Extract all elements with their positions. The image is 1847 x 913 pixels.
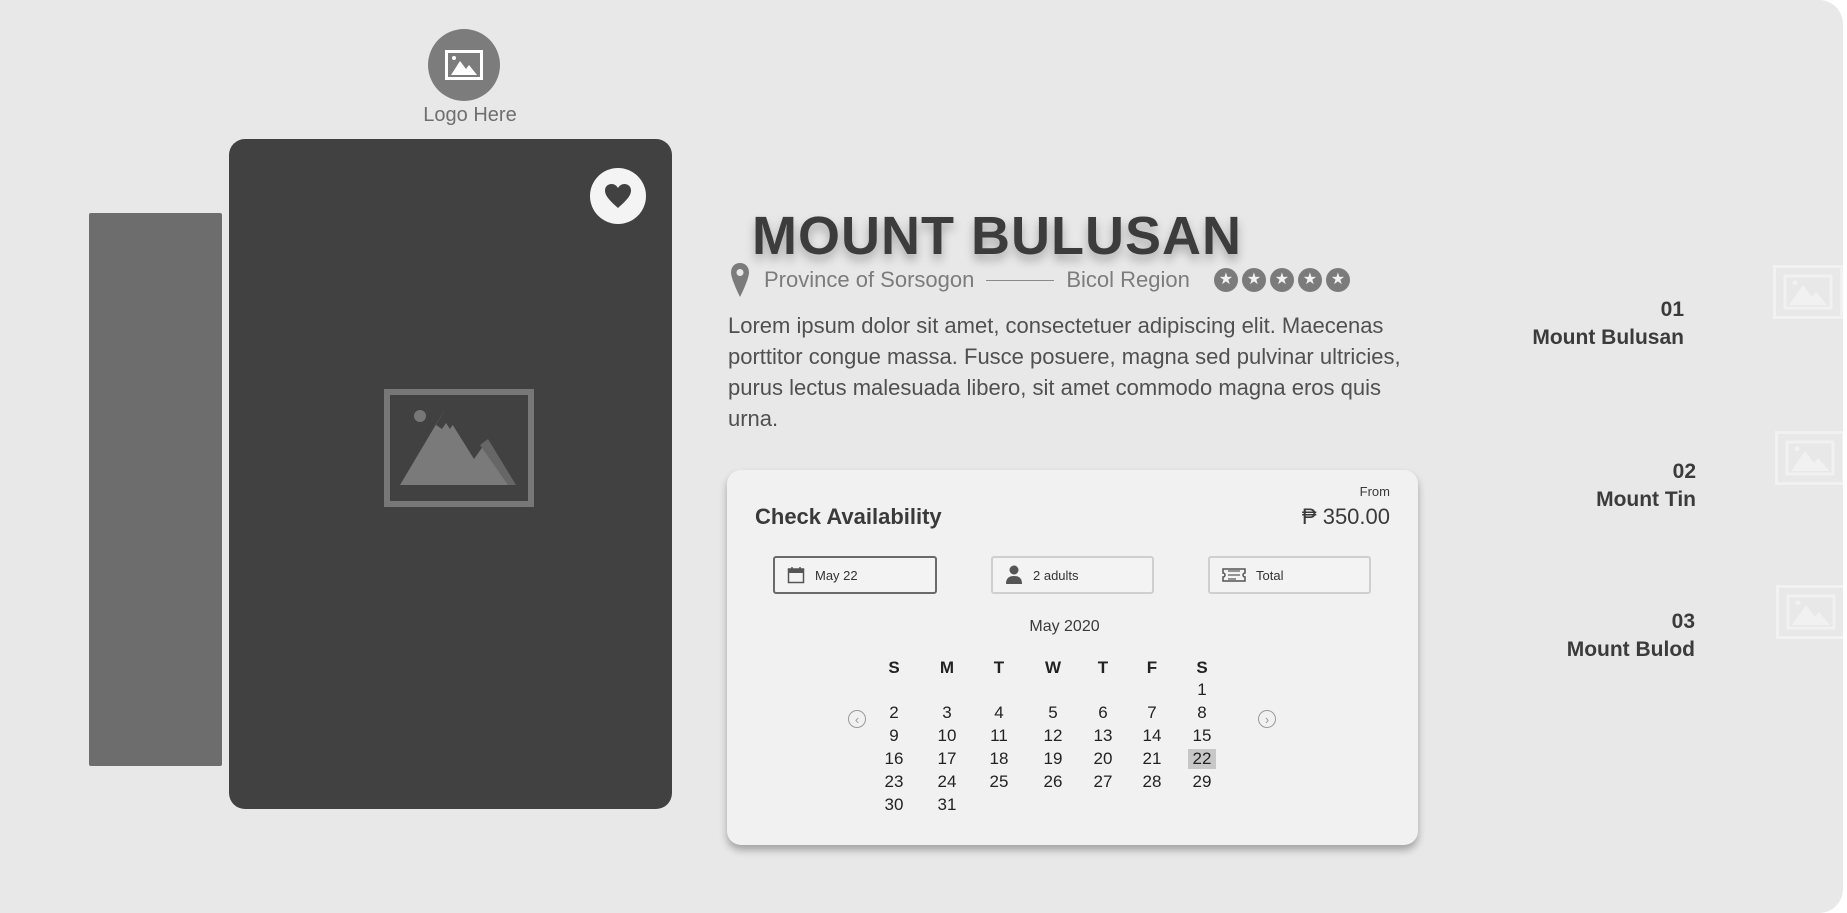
destination-title: MOUNT BULUSAN — [752, 206, 1242, 266]
prev-month-button[interactable]: ‹ — [848, 710, 866, 728]
destination-number: 02 — [1672, 460, 1696, 483]
calendar-day[interactable]: 23 — [880, 772, 908, 792]
calendar-day[interactable]: 1 — [1188, 680, 1216, 700]
calendar-day[interactable]: 14 — [1138, 726, 1166, 746]
destination-name: Mount Bulusan — [1532, 326, 1684, 349]
date-field-value: May 22 — [815, 567, 858, 583]
guests-field[interactable]: 2 adults — [991, 556, 1154, 594]
calendar-day[interactable]: 10 — [933, 726, 961, 746]
star-icon: ★ — [1325, 268, 1350, 292]
calendar-day[interactable]: 8 — [1188, 703, 1216, 723]
image-placeholder-icon — [384, 389, 534, 507]
location-row: Province of Sorsogon Bicol Region ★ ★ ★ … — [730, 262, 1350, 298]
weekday-header: S — [1196, 658, 1208, 677]
calendar-day[interactable]: 29 — [1188, 772, 1216, 792]
star-rating: ★ ★ ★ ★ ★ — [1213, 268, 1350, 292]
calendar-day[interactable]: 15 — [1188, 726, 1216, 746]
guests-field-value: 2 adults — [1033, 567, 1079, 583]
availability-panel: Check Availability From ₱ 350.00 May 22 … — [727, 470, 1418, 845]
page: Logo Here MOUNT BULUSAN Province of Sors… — [0, 0, 1847, 913]
calendar-day[interactable]: 28 — [1138, 772, 1166, 792]
image-icon — [1786, 594, 1836, 630]
calendar-day[interactable]: 30 — [880, 795, 908, 815]
calendar-day[interactable]: 4 — [985, 703, 1013, 723]
image-icon — [1783, 274, 1833, 310]
next-month-button[interactable]: › — [1258, 710, 1276, 728]
calendar-month: May 2020 — [1029, 618, 1100, 635]
calendar-day[interactable]: 21 — [1138, 749, 1166, 769]
price-value: ₱ 350.00 — [1301, 504, 1390, 529]
calendar-day[interactable]: 19 — [1039, 749, 1067, 769]
destination-number: 03 — [1671, 610, 1695, 633]
previous-slide-card[interactable] — [89, 213, 222, 766]
heart-icon — [605, 184, 631, 208]
calendar-day[interactable]: 26 — [1039, 772, 1067, 792]
province-label: Province of Sorsogon — [764, 267, 975, 292]
date-field[interactable]: May 22 — [773, 556, 937, 594]
calendar-day[interactable]: 5 — [1039, 703, 1067, 723]
availability-title: Check Availability — [755, 504, 942, 529]
price-from-label: From — [1359, 484, 1390, 499]
weekday-header: S — [888, 658, 900, 677]
weekday-header: W — [1044, 658, 1062, 677]
calendar-day[interactable]: 3 — [933, 703, 961, 723]
calendar-day[interactable]: 7 — [1138, 703, 1166, 723]
ticket-icon — [1222, 566, 1246, 584]
calendar-day[interactable]: 11 — [985, 726, 1013, 746]
calendar-icon — [787, 566, 805, 584]
destination-item-2[interactable]: 02 Mount Tin — [1596, 458, 1696, 514]
destination-thumbnail-3[interactable] — [1776, 585, 1843, 639]
logo-label: Logo Here — [423, 104, 517, 126]
destination-item-3[interactable]: 03 Mount Bulod — [1567, 608, 1695, 664]
star-icon: ★ — [1297, 268, 1322, 292]
calendar-day[interactable]: 25 — [985, 772, 1013, 792]
calendar-day[interactable]: 27 — [1089, 772, 1117, 792]
favorite-button[interactable] — [590, 168, 646, 224]
calendar-day[interactable]: 18 — [985, 749, 1013, 769]
destination-name: Mount Tin — [1596, 488, 1696, 511]
app-frame: Logo Here MOUNT BULUSAN Province of Sors… — [0, 0, 1843, 913]
destination-name: Mount Bulod — [1566, 638, 1695, 661]
weekday-header: M — [939, 658, 955, 677]
logo[interactable] — [428, 29, 500, 101]
region-label: Bicol Region — [1066, 267, 1190, 292]
calendar-day[interactable]: 13 — [1089, 726, 1117, 746]
weekday-header: F — [1146, 658, 1158, 677]
calendar-day[interactable]: 2 — [880, 703, 908, 723]
star-icon: ★ — [1269, 268, 1294, 292]
calendar-day[interactable]: 12 — [1039, 726, 1067, 746]
total-field-value: Total — [1256, 567, 1284, 583]
image-icon — [445, 50, 483, 80]
calendar-day[interactable]: 24 — [933, 772, 961, 792]
weekday-header: T — [1097, 658, 1109, 677]
calendar-day[interactable]: 16 — [880, 749, 908, 769]
calendar-day[interactable]: 9 — [880, 726, 908, 746]
total-field[interactable]: Total — [1208, 556, 1371, 594]
destination-number: 01 — [1660, 298, 1684, 321]
location-divider — [986, 279, 1055, 281]
destination-thumbnail-2[interactable] — [1775, 431, 1843, 485]
calendar-day-selected[interactable]: 22 — [1188, 749, 1216, 769]
calendar-day[interactable]: 6 — [1089, 703, 1117, 723]
destination-description: Lorem ipsum dolor sit amet, consectetuer… — [728, 313, 1401, 431]
calendar-day[interactable]: 20 — [1089, 749, 1117, 769]
calendar-day[interactable]: 17 — [933, 749, 961, 769]
person-icon — [1005, 565, 1023, 585]
calendar-day[interactable]: 31 — [933, 795, 961, 815]
destination-thumbnail-1[interactable] — [1773, 265, 1843, 319]
image-icon — [1785, 440, 1835, 476]
location-pin-icon — [731, 263, 749, 297]
star-icon: ★ — [1213, 268, 1238, 292]
destination-item-1[interactable]: 01 Mount Bulusan — [1532, 296, 1684, 352]
weekday-header: T — [993, 658, 1005, 677]
star-icon: ★ — [1241, 268, 1266, 292]
